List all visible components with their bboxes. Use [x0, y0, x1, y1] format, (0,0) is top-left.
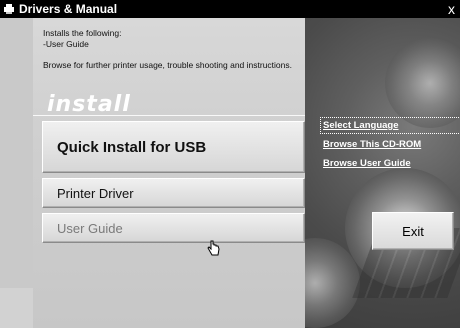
- cd-disc-image: [385, 38, 460, 128]
- section-heading: install: [33, 92, 305, 117]
- exit-button[interactable]: Exit: [372, 212, 454, 250]
- drivers-manual-window: Drivers & Manual x Installs the followin…: [0, 0, 460, 328]
- install-info-line2: -User Guide: [43, 39, 89, 49]
- title-bar: Drivers & Manual x: [0, 0, 460, 18]
- decorative-background: Select Language Browse This CD-ROM Brows…: [305, 18, 460, 328]
- printer-icon: [4, 4, 14, 14]
- quick-install-usb-button[interactable]: Quick Install for USB: [42, 121, 305, 173]
- printer-driver-button[interactable]: Printer Driver: [42, 178, 305, 208]
- install-info-browse: Browse for further printer usage, troubl…: [43, 60, 292, 70]
- install-info-line1: Installs the following:: [43, 28, 122, 38]
- link-list: Select Language Browse This CD-ROM Brows…: [320, 117, 460, 177]
- browse-user-guide-link[interactable]: Browse User Guide: [323, 158, 458, 169]
- window-title: Drivers & Manual: [19, 2, 118, 16]
- close-icon[interactable]: x: [448, 0, 455, 18]
- user-guide-button[interactable]: User Guide: [42, 213, 305, 243]
- heading-divider: [33, 115, 305, 116]
- install-panel: Installs the following: -User Guide Brow…: [33, 18, 305, 328]
- left-rail-bottom: [0, 288, 33, 328]
- install-heading: install: [47, 92, 131, 117]
- left-rail: [0, 18, 34, 328]
- hand-pointer-icon: [207, 240, 220, 256]
- install-description: Installs the following: -User Guide Brow…: [43, 28, 303, 71]
- browse-cd-rom-link[interactable]: Browse This CD-ROM: [323, 139, 458, 150]
- select-language-link[interactable]: Select Language: [320, 117, 460, 134]
